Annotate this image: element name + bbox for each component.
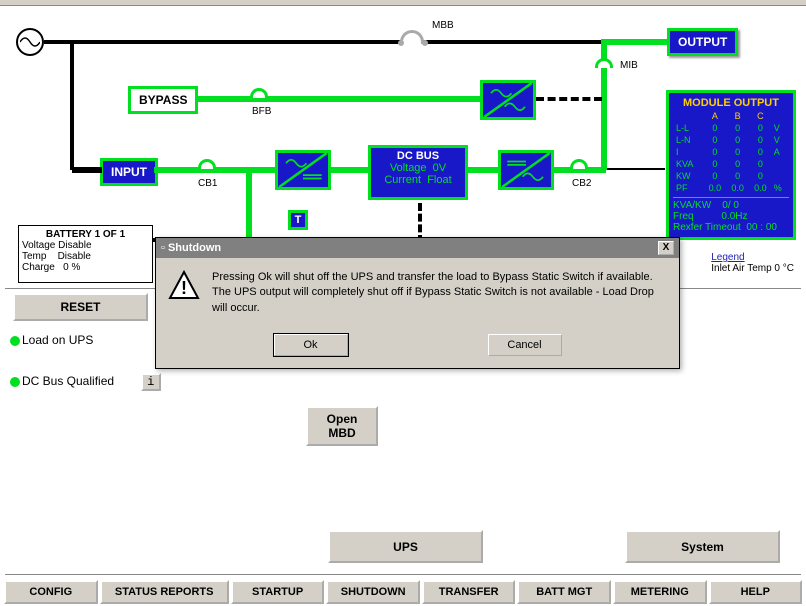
reset-button[interactable]: RESET bbox=[13, 293, 148, 321]
system-button[interactable]: System bbox=[625, 530, 780, 563]
dc-bus-block: DC BUS Voltage 0V Current Float bbox=[368, 145, 468, 200]
battery-panel: BATTERY 1 OF 1 Voltage Disable Temp Disa… bbox=[18, 225, 153, 283]
mib-label: MIB bbox=[620, 60, 638, 71]
rectifier-icon bbox=[275, 150, 331, 190]
cb1-switch-icon bbox=[198, 159, 216, 169]
inverter-icon bbox=[498, 150, 554, 190]
nav-shutdown[interactable]: SHUTDOWN bbox=[326, 580, 420, 604]
bypass-block: BYPASS bbox=[128, 86, 198, 114]
inlet-air-temp: Inlet Air Temp 0 °C bbox=[711, 263, 794, 274]
output-block: OUTPUT bbox=[667, 28, 738, 56]
open-mbd-button[interactable]: Open MBD bbox=[306, 406, 378, 446]
dialog-title: ▫ Shutdown bbox=[161, 242, 221, 254]
cb2-label: CB2 bbox=[572, 178, 591, 189]
svg-text:!: ! bbox=[181, 278, 187, 298]
ac-source-icon bbox=[16, 28, 44, 56]
status-load-on-ups: Load on UPS bbox=[10, 333, 93, 347]
shutdown-dialog: ▫ Shutdown X ! Pressing Ok will shut off… bbox=[155, 237, 680, 369]
nav-metering[interactable]: METERING bbox=[613, 580, 707, 604]
warning-icon: ! bbox=[168, 270, 200, 316]
mib-switch-icon bbox=[595, 58, 613, 68]
ups-button[interactable]: UPS bbox=[328, 530, 483, 563]
nav-config[interactable]: CONFIG bbox=[4, 580, 98, 604]
mbb-label: MBB bbox=[432, 20, 454, 31]
info-button[interactable]: i bbox=[141, 373, 161, 391]
legend-area: Legend Inlet Air Temp 0 °C bbox=[711, 252, 794, 274]
legend-link[interactable]: Legend bbox=[711, 252, 744, 263]
dialog-close-button[interactable]: X bbox=[658, 241, 674, 255]
nav-batt-mgt[interactable]: BATT MGT bbox=[517, 580, 611, 604]
t-block: T bbox=[288, 210, 308, 230]
nav-help[interactable]: HELP bbox=[709, 580, 803, 604]
dialog-message: Pressing Ok will shut off the UPS and tr… bbox=[212, 270, 667, 316]
module-output-panel: MODULE OUTPUT ABCL-L000VL-N000VI000AKVA0… bbox=[666, 90, 796, 240]
bottom-nav: CONFIG STATUS REPORTS STARTUP SHUTDOWN T… bbox=[4, 580, 802, 604]
bfb-label: BFB bbox=[252, 106, 271, 117]
nav-status-reports[interactable]: STATUS REPORTS bbox=[100, 580, 229, 604]
static-switch-icon bbox=[480, 80, 536, 120]
dialog-ok-button[interactable]: Ok bbox=[274, 334, 348, 356]
nav-transfer[interactable]: TRANSFER bbox=[422, 580, 516, 604]
cb1-label: CB1 bbox=[198, 178, 217, 189]
input-block: INPUT bbox=[100, 158, 158, 186]
cb2-switch-icon bbox=[570, 159, 588, 169]
nav-startup[interactable]: STARTUP bbox=[231, 580, 325, 604]
status-dc-bus-qualified: DC Bus Qualified i bbox=[10, 373, 161, 391]
bfb-switch-icon bbox=[250, 88, 268, 98]
dialog-cancel-button[interactable]: Cancel bbox=[488, 334, 562, 356]
